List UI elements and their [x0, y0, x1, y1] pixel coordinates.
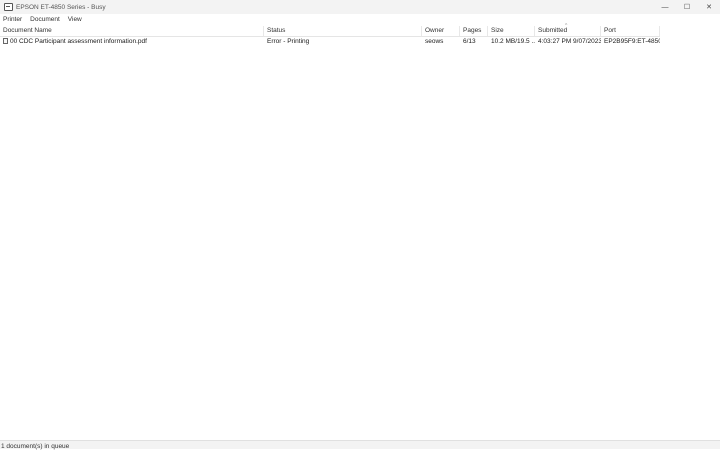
column-header-row: Document Name Status Owner Pages Size Su…: [0, 26, 660, 37]
column-header-port[interactable]: Port: [601, 26, 660, 36]
menu-document[interactable]: Document: [26, 16, 64, 23]
cell-submitted: 4:03:27 PM 9/07/2023: [538, 38, 601, 45]
menu-printer[interactable]: Printer: [0, 16, 26, 23]
sort-caret-icon: ^: [565, 23, 568, 29]
column-header-size[interactable]: Size: [488, 26, 535, 36]
window-title: EPSON ET-4850 Series - Busy: [16, 3, 106, 11]
column-header-owner[interactable]: Owner: [422, 26, 460, 36]
column-header-submitted[interactable]: Submitted: [535, 26, 601, 36]
column-header-pages[interactable]: Pages: [460, 26, 488, 36]
window-controls: — ☐ ✕: [654, 0, 720, 14]
queue-status-text: 1 document(s) in queue: [1, 443, 70, 450]
cell-pages: 6/13: [463, 38, 476, 45]
column-header-status[interactable]: Status: [264, 26, 422, 36]
cell-status: Error - Printing: [267, 38, 310, 45]
menu-bar: Printer Document View: [0, 14, 720, 25]
document-name-text: 00 CDC Participant assessment informatio…: [10, 38, 147, 45]
close-button[interactable]: ✕: [698, 0, 720, 14]
menu-view[interactable]: View: [64, 16, 86, 23]
cell-owner: seows: [425, 38, 444, 45]
minimize-button[interactable]: —: [654, 0, 676, 14]
cell-document-name: 00 CDC Participant assessment informatio…: [0, 37, 264, 47]
document-icon: [3, 38, 8, 44]
title-bar: EPSON ET-4850 Series - Busy — ☐ ✕: [0, 0, 720, 14]
column-header-document-name[interactable]: Document Name: [0, 26, 264, 36]
cell-port: EP2B95F9:ET-4850: [604, 38, 660, 45]
printer-icon: [4, 3, 13, 11]
cell-size: 10.2 MB/19.5 ...: [491, 38, 535, 45]
table-row[interactable]: 00 CDC Participant assessment informatio…: [0, 37, 660, 47]
maximize-button[interactable]: ☐: [676, 0, 698, 14]
